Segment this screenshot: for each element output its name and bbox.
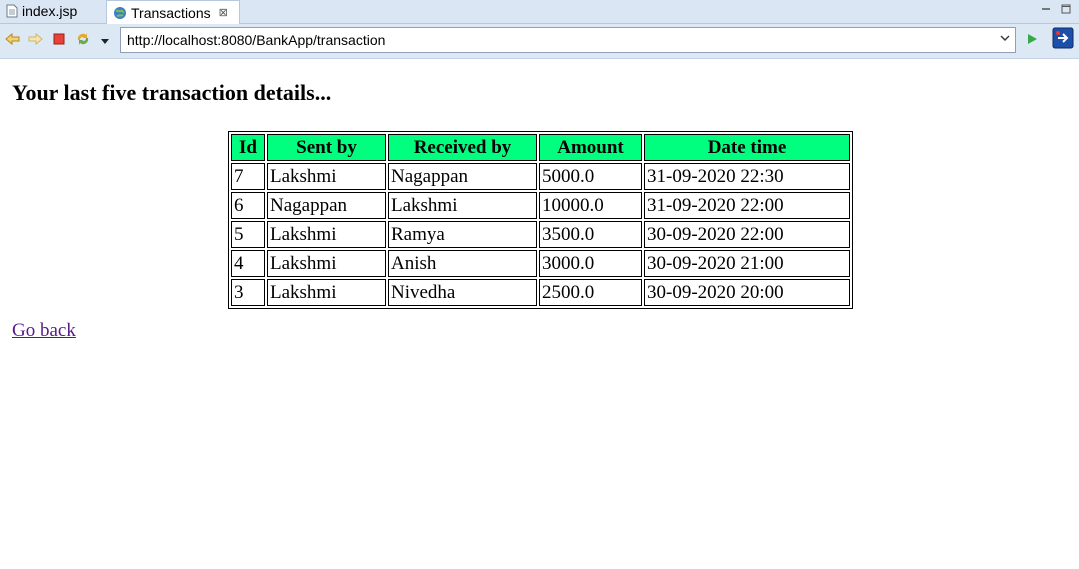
- cell-amount: 3000.0: [539, 250, 642, 277]
- cell-amount: 2500.0: [539, 279, 642, 306]
- address-bar[interactable]: [120, 27, 1016, 53]
- cell-date-time: 31-09-2020 22:00: [644, 192, 850, 219]
- cell-amount: 3500.0: [539, 221, 642, 248]
- cell-amount: 10000.0: [539, 192, 642, 219]
- browser-toolbar: [0, 24, 1079, 59]
- column-header-id: Id: [231, 134, 265, 161]
- refresh-button[interactable]: [74, 32, 92, 50]
- tab-transactions[interactable]: Transactions ⊠: [106, 0, 240, 24]
- minimize-icon[interactable]: [1041, 4, 1051, 17]
- column-header-amount: Amount: [539, 134, 642, 161]
- cell-received-by: Ramya: [388, 221, 537, 248]
- table-row: 5 Lakshmi Ramya 3500.0 30-09-2020 22:00: [231, 221, 850, 248]
- cell-received-by: Anish: [388, 250, 537, 277]
- cell-id: 7: [231, 163, 265, 190]
- transactions-table: Id Sent by Received by Amount Date time …: [228, 131, 853, 309]
- cell-sent-by: Lakshmi: [267, 279, 386, 306]
- cell-id: 4: [231, 250, 265, 277]
- cell-id: 6: [231, 192, 265, 219]
- cell-amount: 5000.0: [539, 163, 642, 190]
- cell-received-by: Nagappan: [388, 163, 537, 190]
- table-row: 3 Lakshmi Nivedha 2500.0 30-09-2020 20:0…: [231, 279, 850, 306]
- go-button[interactable]: [1023, 32, 1041, 50]
- cell-date-time: 31-09-2020 22:30: [644, 163, 850, 190]
- open-external-browser-button[interactable]: [1052, 27, 1074, 54]
- column-header-sent-by: Sent by: [267, 134, 386, 161]
- tab-index-jsp[interactable]: index.jsp: [0, 0, 104, 22]
- external-browser-icon: [1052, 27, 1074, 54]
- cell-id: 3: [231, 279, 265, 306]
- cell-received-by: Lakshmi: [388, 192, 537, 219]
- table-row: 6 Nagappan Lakshmi 10000.0 31-09-2020 22…: [231, 192, 850, 219]
- cell-sent-by: Lakshmi: [267, 250, 386, 277]
- table-row: 7 Lakshmi Nagappan 5000.0 31-09-2020 22:…: [231, 163, 850, 190]
- back-button[interactable]: [4, 32, 22, 50]
- cell-date-time: 30-09-2020 21:00: [644, 250, 850, 277]
- maximize-icon[interactable]: [1061, 4, 1071, 17]
- cell-sent-by: Lakshmi: [267, 221, 386, 248]
- close-tab-icon[interactable]: ⊠: [219, 6, 228, 19]
- jsp-file-icon: [6, 4, 18, 18]
- cell-date-time: 30-09-2020 22:00: [644, 221, 850, 248]
- refresh-icon: [75, 31, 91, 52]
- cell-date-time: 30-09-2020 20:00: [644, 279, 850, 306]
- url-input[interactable]: [127, 31, 987, 49]
- cell-id: 5: [231, 221, 265, 248]
- tab-label: index.jsp: [22, 3, 78, 19]
- chevron-down-icon: [100, 32, 110, 50]
- column-header-received-by: Received by: [388, 134, 537, 161]
- globe-icon: [113, 6, 127, 20]
- cell-sent-by: Lakshmi: [267, 163, 386, 190]
- cell-sent-by: Nagappan: [267, 192, 386, 219]
- history-dropdown[interactable]: [96, 32, 114, 50]
- back-arrow-icon: [5, 32, 21, 51]
- tab-label: Transactions: [131, 4, 211, 21]
- stop-button[interactable]: [50, 32, 68, 50]
- go-back-link[interactable]: Go back: [12, 320, 76, 342]
- url-history-dropdown-icon[interactable]: [999, 32, 1011, 46]
- forward-button[interactable]: [26, 32, 44, 50]
- editor-tab-bar: index.jsp Transactions ⊠: [0, 0, 1079, 24]
- page-content: Your last five transaction details... Id…: [0, 58, 1079, 569]
- stop-icon: [53, 32, 65, 50]
- forward-arrow-icon: [27, 32, 43, 51]
- page-title: Your last five transaction details...: [12, 80, 332, 105]
- play-icon: [1025, 32, 1039, 51]
- table-row: 4 Lakshmi Anish 3000.0 30-09-2020 21:00: [231, 250, 850, 277]
- column-header-date-time: Date time: [644, 134, 850, 161]
- cell-received-by: Nivedha: [388, 279, 537, 306]
- table-header-row: Id Sent by Received by Amount Date time: [231, 134, 850, 161]
